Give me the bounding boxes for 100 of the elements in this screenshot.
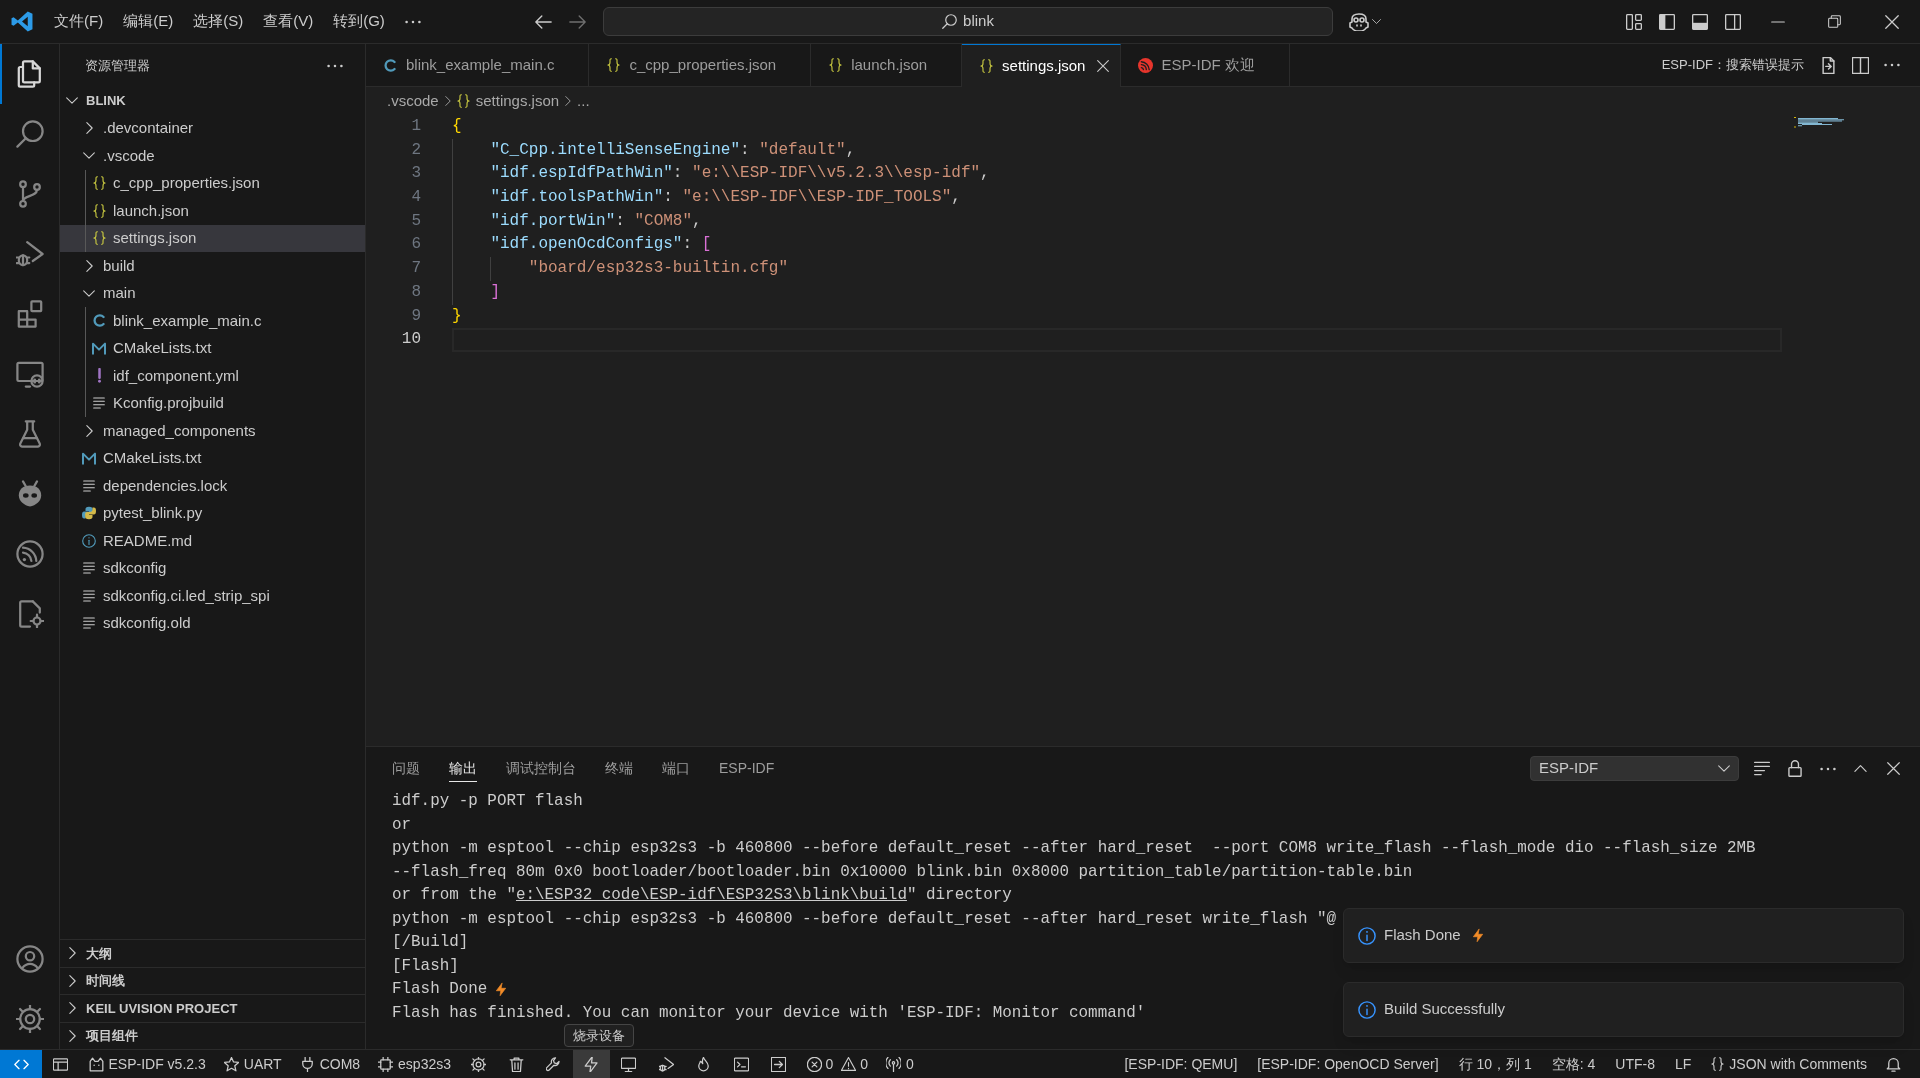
panel-tab[interactable]: 输出: [449, 755, 477, 782]
panel-tab[interactable]: ESP-IDF: [719, 755, 775, 782]
chevron-right-icon[interactable]: [68, 1029, 76, 1042]
line-number: 7: [411, 258, 421, 280]
status-bar-item[interactable]: LF: [1664, 1050, 1702, 1078]
output-channel-dropdown[interactable]: ESP-IDF: [1530, 756, 1739, 781]
status-bar-item[interactable]: COM8: [290, 1050, 370, 1078]
status-bar-item[interactable]: ESP-IDF v5.2.3: [79, 1050, 215, 1078]
tree-item[interactable]: CMakeLists.txt: [60, 334, 365, 362]
chevron-down-icon[interactable]: [83, 152, 95, 160]
section-header[interactable]: KEIL UVISION PROJECT: [60, 994, 365, 1022]
section-header[interactable]: 大纲: [60, 939, 365, 967]
bell-icon[interactable]: [1886, 1056, 1901, 1072]
more-icon[interactable]: [1884, 63, 1900, 67]
tree-item[interactable]: sdkconfig: [60, 554, 365, 582]
more-icon[interactable]: [404, 19, 421, 24]
close-icon[interactable]: [1887, 762, 1900, 775]
panel-bottom-icon[interactable]: [1691, 13, 1708, 30]
tree-item[interactable]: .devcontainer: [60, 114, 365, 142]
info-icon: [82, 533, 96, 548]
close-icon[interactable]: [1097, 60, 1110, 72]
chevron-down-icon[interactable]: [1372, 19, 1381, 24]
tree-item[interactable]: README.md: [60, 527, 365, 555]
panel-tab[interactable]: 问题: [392, 755, 420, 782]
tree-item[interactable]: main: [60, 279, 365, 307]
status-bar-item[interactable]: [ESP-IDF: QEMU]: [1114, 1050, 1248, 1078]
editor-action-button[interactable]: ESP-IDF：搜索错误提示: [1661, 55, 1804, 75]
filter-lines-icon[interactable]: [1753, 761, 1770, 776]
close-icon[interactable]: [1884, 14, 1899, 29]
tree-item[interactable]: .vscode: [60, 142, 365, 170]
status-bar-item[interactable]: 空格: 4: [1541, 1050, 1606, 1078]
status-bar-item[interactable]: esp32s3: [369, 1050, 460, 1078]
status-bar-item[interactable]: 0: [877, 1050, 923, 1078]
breadcrumb-item[interactable]: ...: [577, 89, 590, 113]
tree-item[interactable]: pytest_blink.py: [60, 499, 365, 527]
arrow-right-icon[interactable]: [568, 14, 586, 29]
editor-tab[interactable]: c_cpp_properties.json: [589, 44, 812, 87]
menu-item[interactable]: 查看(V): [253, 6, 324, 37]
status-bar-item[interactable]: [ESP-IDF: OpenOCD Server]: [1247, 1050, 1449, 1078]
status-bar-item[interactable]: [572, 1050, 610, 1078]
chevron-down-icon[interactable]: [66, 97, 78, 105]
tree-item[interactable]: sdkconfig.old: [60, 609, 365, 637]
settings-icon[interactable]: [15, 1005, 44, 1033]
tree-item[interactable]: Kconfig.projbuild: [60, 389, 365, 417]
breadcrumb-item[interactable]: .vscode: [387, 89, 439, 113]
breadcrumb-item[interactable]: settings.json: [456, 89, 560, 113]
tree-item[interactable]: blink_example_main.c: [60, 307, 365, 335]
tree-item[interactable]: idf_component.yml: [60, 362, 365, 390]
tree-item[interactable]: build: [60, 252, 365, 280]
status-bar-item[interactable]: UART: [214, 1050, 291, 1078]
panel-tab[interactable]: 调试控制台: [506, 755, 576, 782]
app-logo-icon[interactable]: [11, 11, 33, 32]
more-icon[interactable]: [327, 63, 343, 68]
panel-tab[interactable]: 端口: [662, 755, 690, 782]
chevron-right-icon[interactable]: [68, 947, 76, 960]
document-arrow-icon[interactable]: [1819, 56, 1837, 74]
path-link[interactable]: e:\ESP32_code\ESP-idf\ESP32S3\blink\build: [515, 886, 907, 904]
lock-icon[interactable]: [1787, 760, 1802, 777]
code-line: "C_Cpp.intelliSenseEngine": "default",: [490, 139, 856, 161]
editor-tab[interactable]: settings.json: [962, 44, 1122, 87]
section-header[interactable]: 时间线: [60, 966, 365, 994]
menu-item[interactable]: 编辑(E): [113, 6, 184, 37]
status-bar-item[interactable]: UTF-8: [1605, 1050, 1665, 1078]
tree-item[interactable]: settings.json: [60, 224, 365, 252]
chevron-up-icon[interactable]: [1854, 765, 1867, 772]
tree-item[interactable]: dependencies.lock: [60, 472, 365, 500]
chip-icon: [378, 1056, 394, 1072]
chevron-right-icon[interactable]: [68, 1002, 76, 1015]
panel-tab[interactable]: 终端: [605, 755, 633, 782]
menu-item[interactable]: 选择(S): [183, 6, 254, 37]
status-bar-item[interactable]: JSON with Comments: [1701, 1050, 1877, 1078]
tree-item[interactable]: CMakeLists.txt: [60, 444, 365, 472]
sidebar-right-icon[interactable]: [1724, 13, 1741, 30]
editor-tab[interactable]: ESP-IDF 欢迎: [1121, 44, 1290, 87]
minimize-icon[interactable]: [1770, 20, 1785, 23]
more-icon[interactable]: [1819, 766, 1836, 771]
chevron-right-icon[interactable]: [85, 259, 93, 272]
tree-item[interactable]: sdkconfig.ci.led_strip_spi: [60, 582, 365, 610]
layout-panels-icon[interactable]: [1625, 13, 1642, 30]
tree-root[interactable]: BLINK: [60, 87, 365, 115]
chevron-right-icon[interactable]: [85, 122, 93, 135]
search-field[interactable]: blink: [603, 7, 1333, 36]
chevron-right-icon[interactable]: [85, 424, 93, 437]
line-number: 5: [411, 210, 421, 232]
menu-item[interactable]: 文件(F): [44, 6, 114, 37]
sidebar-left-icon[interactable]: [1658, 13, 1675, 30]
split-editor-icon[interactable]: [1851, 56, 1869, 74]
account-icon[interactable]: [15, 945, 44, 973]
tree-item[interactable]: managed_components: [60, 417, 365, 445]
robot-face-icon[interactable]: [1349, 12, 1369, 31]
chevron-down-icon[interactable]: [83, 289, 95, 297]
chevron-right-icon[interactable]: [68, 974, 76, 987]
arrow-left-icon[interactable]: [534, 14, 552, 29]
menu-item[interactable]: 转到(G): [323, 6, 395, 37]
editor-tab[interactable]: blink_example_main.c: [366, 44, 590, 87]
restore-icon[interactable]: [1828, 15, 1841, 28]
tree-item[interactable]: launch.json: [60, 197, 365, 225]
tree-item[interactable]: c_cpp_properties.json: [60, 169, 365, 197]
status-bar-item[interactable]: 行 10，列 1: [1448, 1050, 1542, 1078]
status-bar-item[interactable]: 0 0: [797, 1050, 878, 1078]
